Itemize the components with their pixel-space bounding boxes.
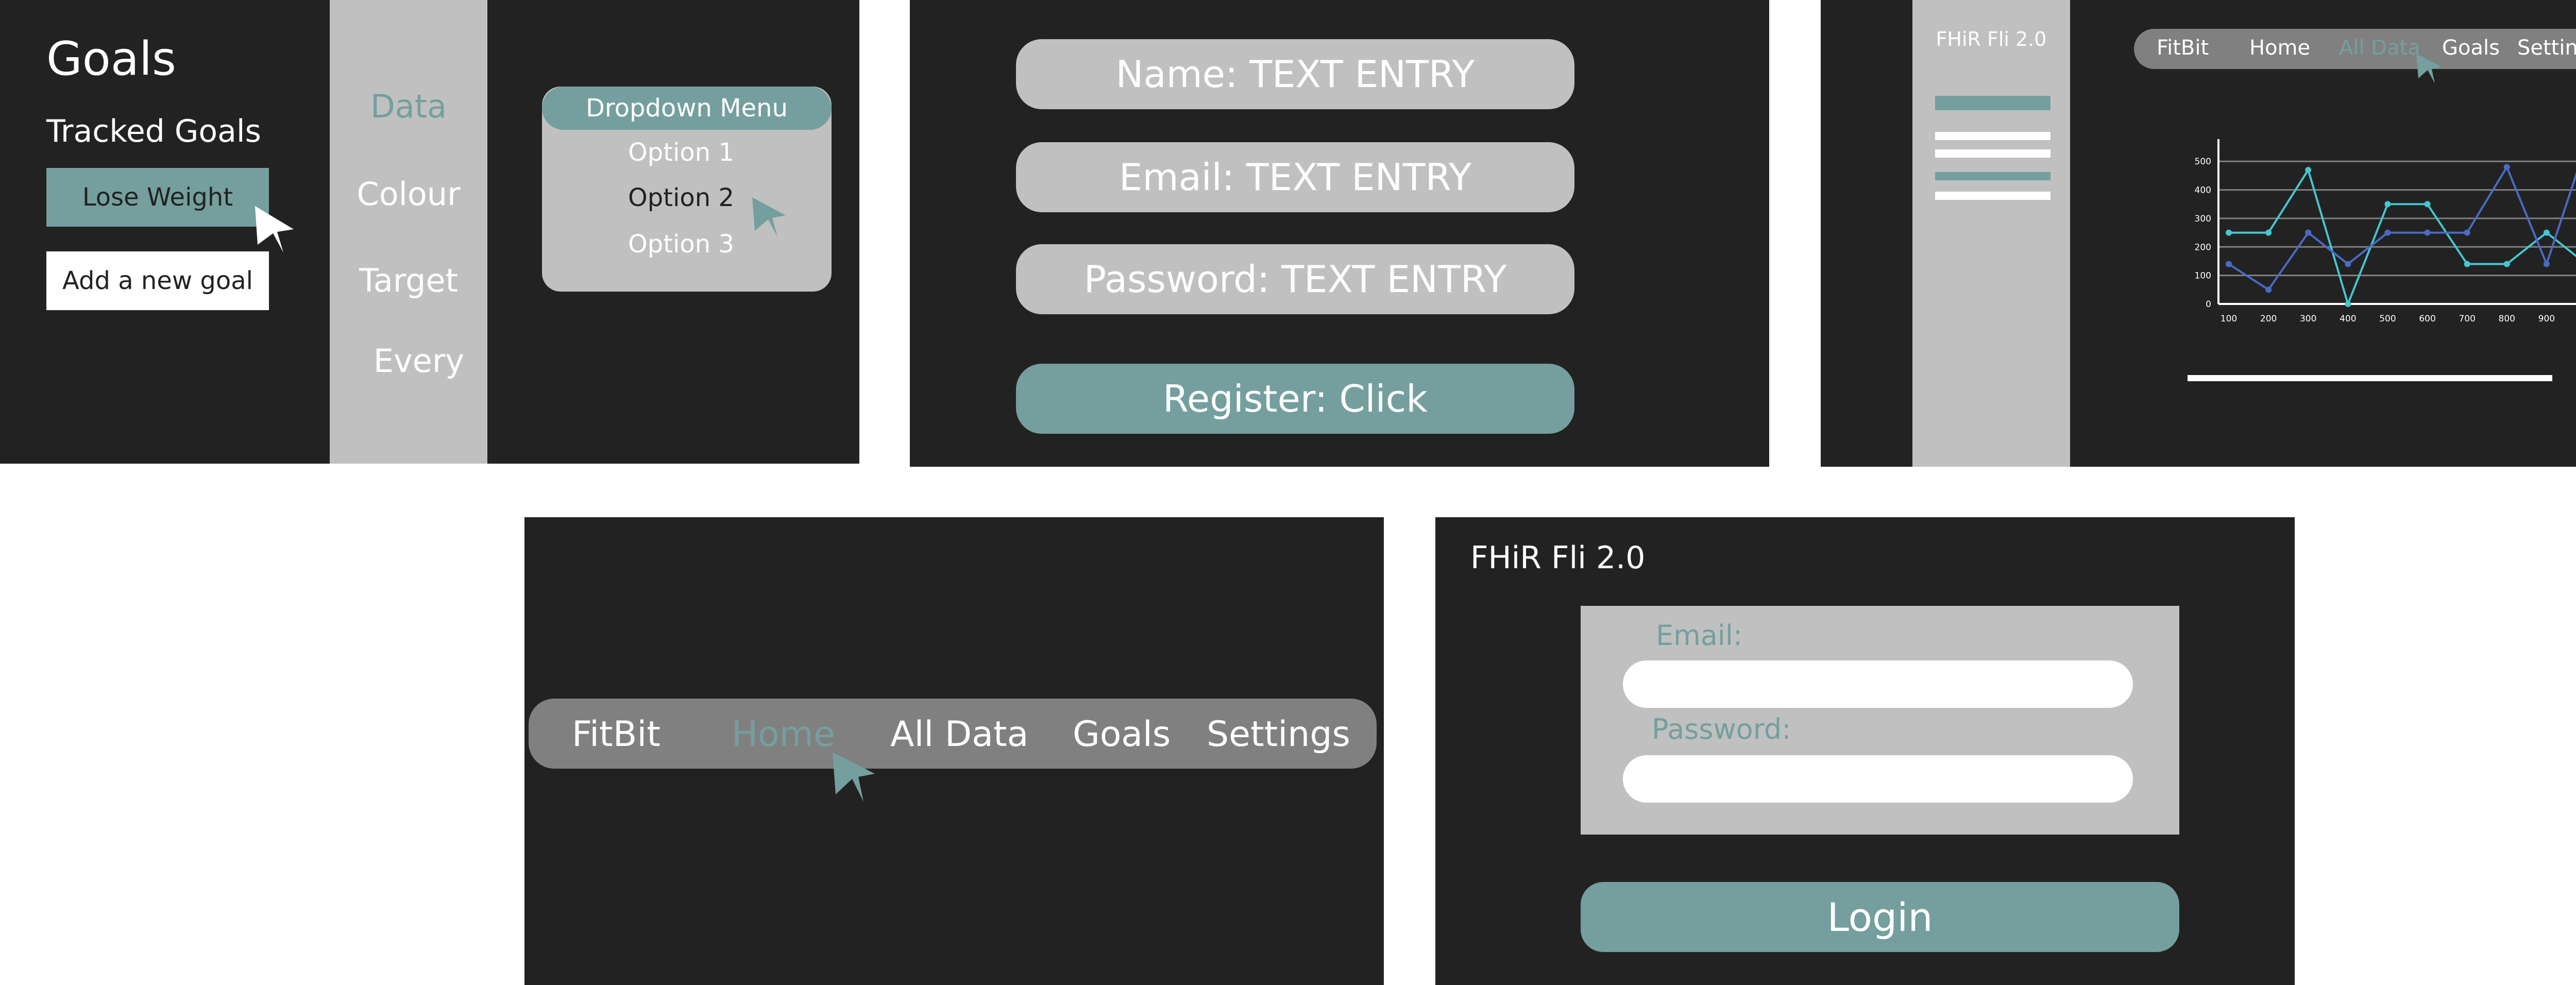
x-tick-label: 600	[2419, 314, 2435, 324]
lose-weight-button[interactable]: Lose Weight	[46, 168, 269, 227]
series-line-2	[2228, 164, 2576, 292]
dropdown-header[interactable]: Dropdown Menu	[542, 87, 832, 130]
menu-item-colour[interactable]: Colour	[330, 175, 487, 213]
register-button-label: Register: Click	[1163, 377, 1428, 420]
x-tick-label: 900	[2538, 314, 2555, 324]
mouse-cursor-icon	[752, 197, 786, 237]
data-point	[2424, 201, 2431, 208]
menu-item-every[interactable]: Every	[340, 342, 498, 380]
register-panel: Name: TEXT ENTRY Email: TEXT ENTRY Passw…	[910, 0, 1769, 467]
all-data-panel: FHiR Fli 2.0 FitBit Home All Data Goals …	[1821, 0, 2576, 467]
app-title: FHiR Fli 2.0	[1936, 28, 2047, 50]
data-point	[2503, 261, 2510, 267]
x-tick-label: 100	[2221, 314, 2237, 324]
sidebar-bar-2	[1935, 132, 2050, 140]
data-point	[2543, 261, 2550, 267]
name-field[interactable]: Name: TEXT ENTRY	[1016, 39, 1574, 109]
data-point	[2265, 286, 2272, 293]
password-field-text: Password: TEXT ENTRY	[1083, 258, 1507, 301]
data-point	[2226, 229, 2232, 236]
mouse-cursor-icon	[255, 206, 294, 252]
app-title: FHiR Fli 2.0	[1470, 540, 1646, 576]
sidebar-bar-4	[1935, 172, 2050, 180]
x-tick-label: 200	[2260, 314, 2277, 324]
data-point	[2345, 301, 2351, 307]
side-menu: Data Colour Target Every	[330, 0, 487, 464]
tracked-goals-heading: Tracked Goals	[46, 113, 261, 149]
data-point	[2503, 164, 2510, 171]
password-field[interactable]: Password: TEXT ENTRY	[1016, 244, 1574, 314]
mouse-cursor-icon	[833, 752, 875, 802]
data-point	[2543, 229, 2550, 236]
data-point	[2464, 229, 2470, 236]
nav-goals[interactable]: Goals	[1073, 714, 1171, 755]
x-tick-label: 800	[2499, 314, 2515, 324]
y-tick-label: 300	[2195, 214, 2211, 224]
page-title: Goals	[46, 32, 176, 86]
y-tick-label: 200	[2195, 242, 2211, 252]
sidebar-bar-1	[1935, 96, 2050, 110]
password-input[interactable]	[1623, 755, 2133, 803]
mouse-cursor-icon	[2416, 54, 2442, 83]
data-point	[2464, 261, 2470, 267]
add-goal-button[interactable]: Add a new goal	[46, 251, 269, 310]
email-label: Email:	[1656, 619, 1743, 652]
email-input[interactable]	[1623, 660, 2133, 708]
y-tick-label: 400	[2195, 185, 2211, 196]
goals-panel: Goals Tracked Goals Lose Weight Add a ne…	[0, 0, 859, 464]
data-point	[2305, 166, 2312, 173]
nav-all-data[interactable]: All Data	[890, 714, 1028, 755]
y-tick-label: 0	[2206, 299, 2211, 310]
sidebar: FHiR Fli 2.0	[1912, 0, 2070, 467]
menu-item-target[interactable]: Target	[330, 262, 487, 299]
y-tick-label: 100	[2195, 271, 2211, 281]
nav-home[interactable]: Home	[732, 714, 835, 755]
nav-all-data[interactable]: All Data	[2339, 36, 2420, 60]
lose-weight-label: Lose Weight	[82, 183, 233, 212]
x-tick-label: 300	[2300, 314, 2316, 324]
x-tick-label: 700	[2459, 314, 2475, 324]
data-point	[2305, 229, 2312, 236]
nav-home[interactable]: Home	[2249, 36, 2310, 60]
password-label: Password:	[1652, 713, 1791, 745]
data-point	[2345, 261, 2351, 267]
line-chart: 0 100 200 300 400 500 100 200 300 400 500 600 700 800…	[2195, 139, 2576, 324]
chart-scrollbar[interactable]	[2188, 375, 2552, 381]
menu-item-data[interactable]: Data	[330, 88, 487, 125]
nav-settings[interactable]: Settings	[2517, 36, 2576, 60]
data-point	[2424, 229, 2431, 236]
dropdown-option-1[interactable]: Option 1	[542, 138, 820, 167]
login-button-label: Login	[1827, 894, 1933, 940]
register-button[interactable]: Register: Click	[1016, 364, 1574, 434]
nav-fitbit[interactable]: FitBit	[2157, 36, 2209, 60]
data-point	[2265, 229, 2272, 236]
login-panel: FHiR Fli 2.0 Email: Password: Login	[1435, 517, 2295, 985]
email-field-text: Email: TEXT ENTRY	[1118, 156, 1472, 199]
data-point	[2384, 201, 2391, 208]
data-point	[2384, 229, 2391, 236]
login-button[interactable]: Login	[1581, 882, 2179, 952]
sidebar-bar-5	[1935, 192, 2050, 200]
home-panel: FitBit Home All Data Goals Settings	[524, 517, 1384, 985]
y-tick-label: 500	[2195, 157, 2211, 167]
x-tick-label: 500	[2379, 314, 2396, 324]
nav-goals[interactable]: Goals	[2442, 36, 2500, 60]
data-point	[2226, 261, 2232, 267]
name-field-text: Name: TEXT ENTRY	[1115, 53, 1475, 96]
email-field[interactable]: Email: TEXT ENTRY	[1016, 142, 1574, 212]
x-tick-label: 400	[2340, 314, 2356, 324]
nav-fitbit[interactable]: FitBit	[572, 714, 660, 755]
sidebar-bar-3	[1935, 149, 2050, 158]
add-goal-label: Add a new goal	[62, 266, 253, 295]
nav-settings[interactable]: Settings	[1207, 714, 1350, 755]
dropdown-title: Dropdown Menu	[585, 94, 788, 123]
